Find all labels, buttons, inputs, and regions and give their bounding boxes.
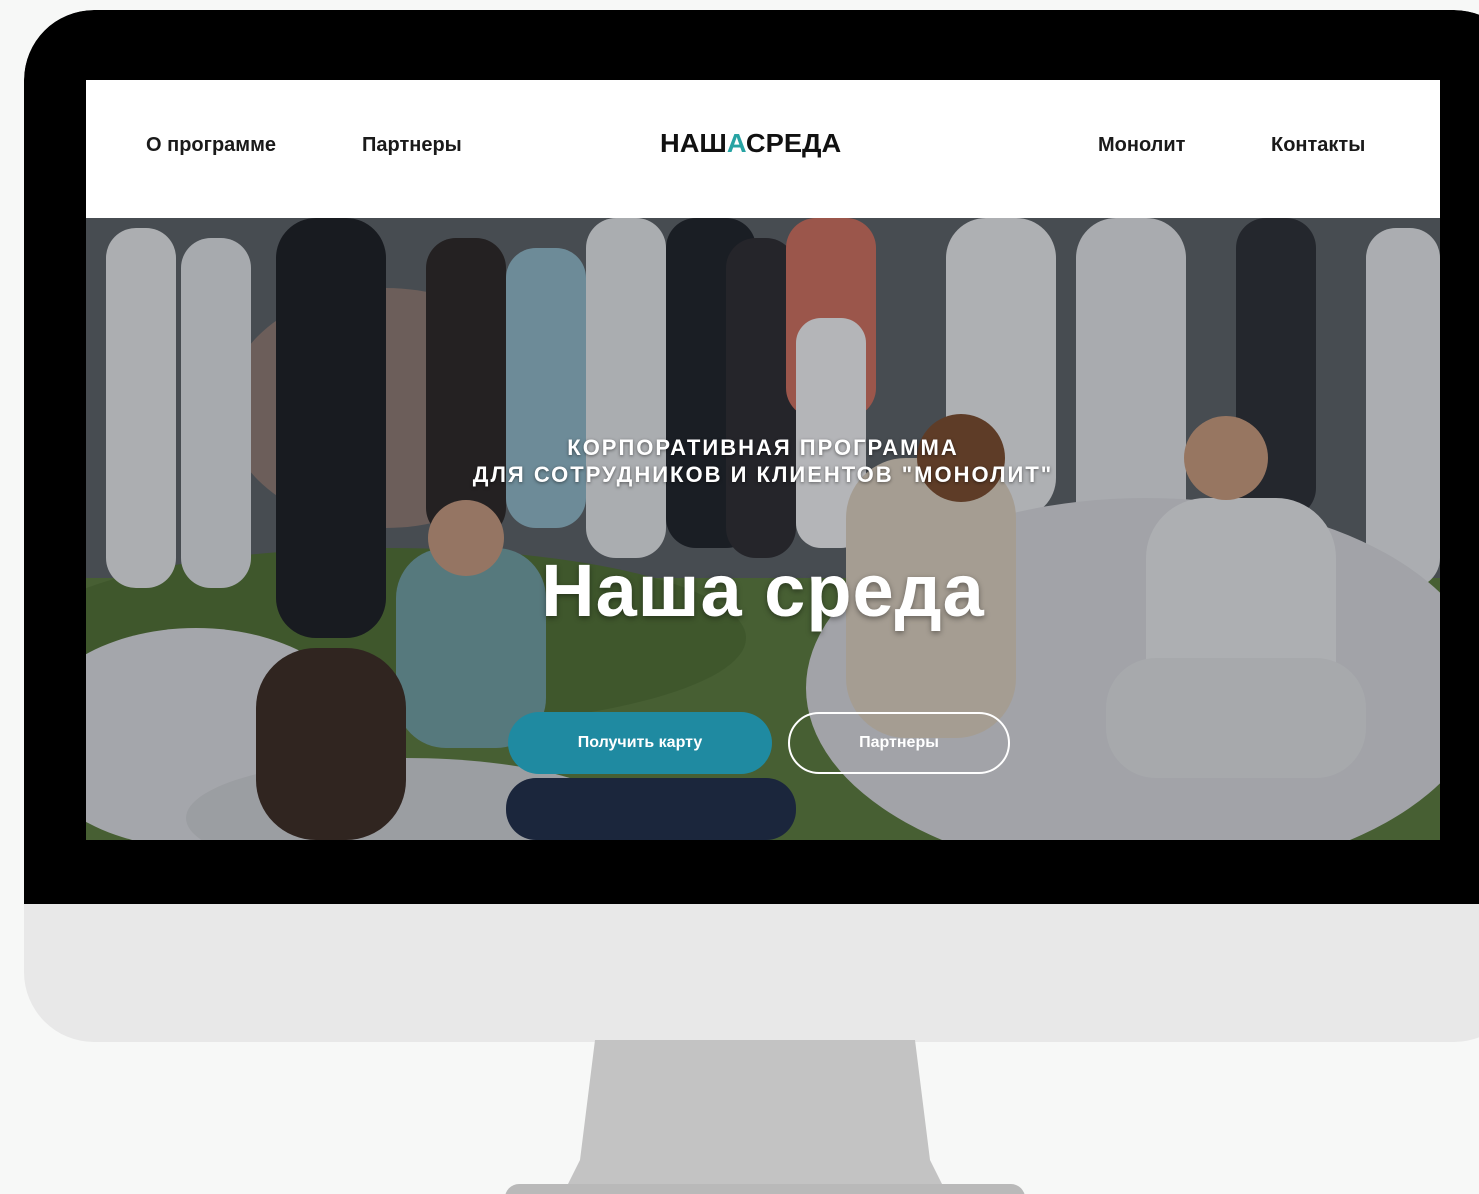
- nav-link-partners[interactable]: Партнеры: [362, 134, 462, 157]
- monitor-stand-base: [505, 1184, 1025, 1194]
- nav-link-monolit[interactable]: Монолит: [1098, 134, 1185, 157]
- hero-subtitle: КОРПОРАТИВНАЯ ПРОГРАММА ДЛЯ СОТРУДНИКОВ …: [86, 434, 1440, 488]
- nav-link-about[interactable]: О программе: [146, 134, 276, 157]
- website-screen: О программе Партнеры НАШАСРЕДА Монолит К…: [86, 80, 1440, 840]
- logo-text-part1: НАШ: [660, 128, 727, 158]
- partners-button[interactable]: Партнеры: [788, 712, 1010, 774]
- site-header: О программе Партнеры НАШАСРЕДА Монолит К…: [86, 80, 1440, 218]
- mockup-stage: О программе Партнеры НАШАСРЕДА Монолит К…: [0, 0, 1479, 1194]
- get-card-button[interactable]: Получить карту: [508, 712, 772, 774]
- hero-subtitle-line2: ДЛЯ СОТРУДНИКОВ И КЛИЕНТОВ "МОНОЛИТ": [472, 462, 1054, 487]
- site-logo[interactable]: НАШАСРЕДА: [660, 128, 841, 162]
- hero-title: Наша среда: [541, 549, 985, 632]
- nav-link-contacts[interactable]: Контакты: [1271, 134, 1365, 157]
- monitor-stand: [560, 1040, 950, 1194]
- logo-text-part2: СРЕДА: [745, 128, 842, 158]
- hero-subtitle-line1: КОРПОРАТИВНАЯ ПРОГРАММА: [567, 435, 959, 460]
- logo-text-accent: А: [726, 128, 746, 158]
- hero-section: КОРПОРАТИВНАЯ ПРОГРАММА ДЛЯ СОТРУДНИКОВ …: [86, 218, 1440, 840]
